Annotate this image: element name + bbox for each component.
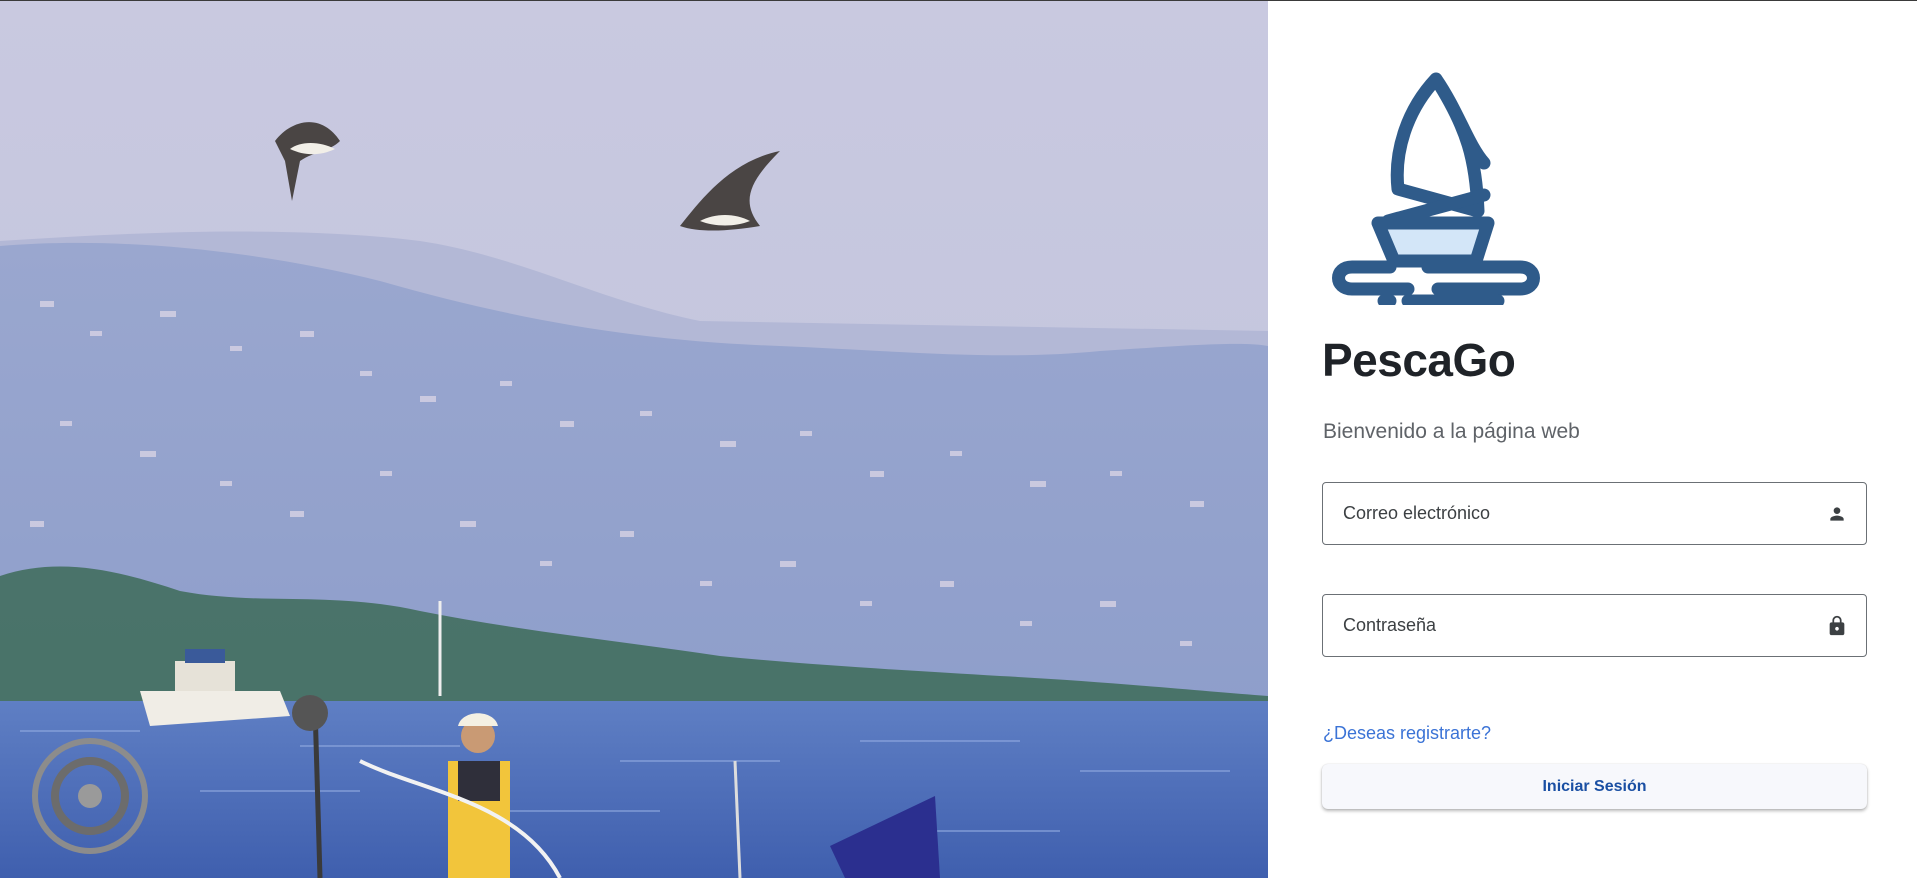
password-input[interactable] <box>1341 595 1824 656</box>
lock-icon <box>1824 613 1850 639</box>
sailboat-logo-icon <box>1332 72 1540 305</box>
login-button[interactable]: Iniciar Sesión <box>1322 764 1867 809</box>
login-page: PescaGo Bienvenido a la página web ¿Dese… <box>0 0 1917 878</box>
welcome-text: Bienvenido a la página web <box>1323 420 1580 443</box>
coastal-fishing-photo <box>0 1 1268 878</box>
email-field[interactable] <box>1322 482 1867 545</box>
brand-title: PescaGo <box>1322 334 1516 386</box>
password-field[interactable] <box>1322 594 1867 657</box>
email-input[interactable] <box>1341 483 1824 544</box>
hero-image <box>0 1 1268 878</box>
register-link[interactable]: ¿Deseas registrarte? <box>1323 723 1491 744</box>
login-panel: PescaGo Bienvenido a la página web ¿Dese… <box>1268 1 1917 878</box>
person-icon <box>1824 501 1850 527</box>
